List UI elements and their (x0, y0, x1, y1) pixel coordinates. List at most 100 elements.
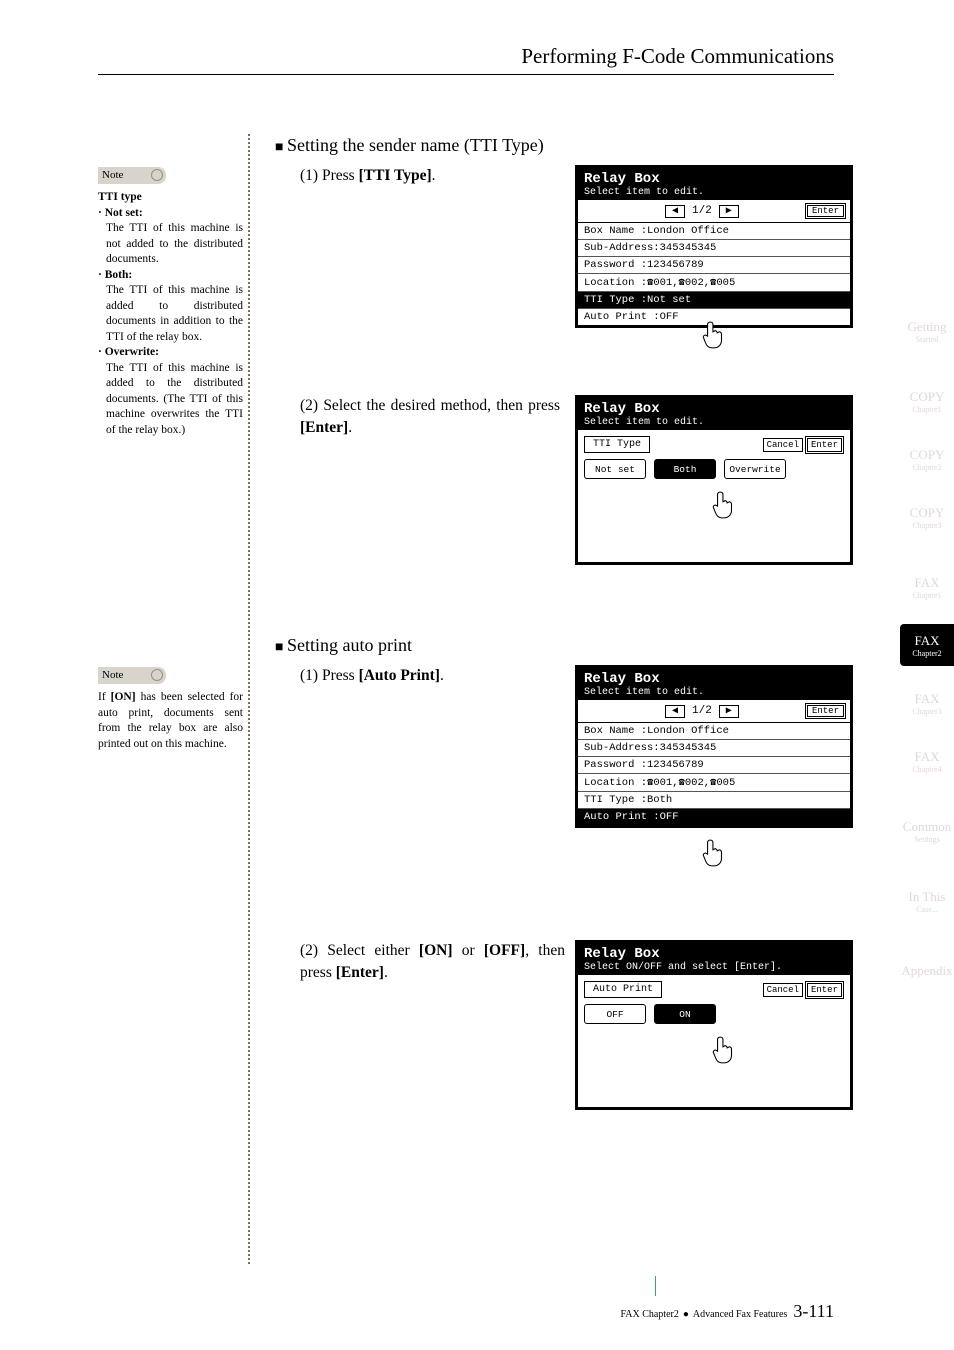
pointer-icon (700, 320, 728, 350)
step-b1-tail: . (440, 667, 444, 684)
lcd-subtitle: Select ON/OFF and select [Enter]. (584, 962, 844, 973)
tti-item-overwrite-body: The TTI of this machine is added to the … (98, 361, 243, 439)
step-a2-tail: . (348, 419, 352, 436)
dialog-label: TTI Type (584, 436, 650, 453)
lcd-screen-autoprint-dialog: Relay Box Select ON/OFF and select [Ente… (575, 940, 853, 1110)
tab-l2: Started (916, 335, 939, 344)
lcd-nav: ◀ 1/2 ▶ Enter (578, 700, 850, 723)
pointer-icon (700, 838, 728, 868)
lcd-page: 1/2 (692, 205, 712, 217)
tab-l1: FAX (914, 691, 939, 707)
step-b2-text: (2) Select either (300, 942, 419, 959)
pointer-icon (710, 1035, 738, 1065)
tab-fax-ch3[interactable]: FAXChapter3 (900, 682, 954, 724)
page-number: 3-111 (793, 1301, 834, 1322)
tab-l2: Chapter4 (912, 765, 941, 774)
tab-copy-ch3[interactable]: COPYChapter3 (900, 496, 954, 538)
lcd-row-boxname[interactable]: Box Name :London Office (578, 723, 850, 740)
lcd-title: Relay Box (584, 946, 844, 962)
step-a2-text: (2) Select the desired method, then pres… (300, 397, 560, 414)
enter-button[interactable]: Enter (805, 703, 846, 719)
tab-l1: Common (903, 819, 951, 835)
lcd-row-subaddr[interactable]: Sub-Address:345345345 (578, 240, 850, 257)
tti-item-overwrite-label: · Overwrite: (98, 346, 159, 358)
option-notset[interactable]: Not set (584, 459, 646, 479)
footer-chapter: FAX Chapter2 (620, 1309, 678, 1320)
tab-in-this-case[interactable]: In ThisCase... (900, 880, 954, 922)
lcd-subtitle: Select item to edit. (584, 187, 844, 198)
enter-button[interactable]: Enter (805, 436, 844, 454)
tab-l1: FAX (914, 749, 939, 765)
tab-fax-ch4[interactable]: FAXChapter4 (900, 740, 954, 782)
lcd-row-autoprint[interactable]: Auto Print :OFF (578, 809, 850, 825)
tab-common-settings[interactable]: CommonSettings (900, 810, 954, 852)
tti-item-both-label: · Both: (98, 269, 132, 281)
step-a2-bold: [Enter] (300, 419, 348, 436)
tab-l2: Chapter3 (912, 707, 941, 716)
pointer-icon (710, 490, 738, 520)
cancel-button[interactable]: Cancel (763, 438, 803, 452)
option-overwrite[interactable]: Overwrite (724, 459, 786, 479)
enter-button[interactable]: Enter (805, 203, 846, 219)
lcd-title: Relay Box (584, 171, 844, 187)
lcd-row-subaddr[interactable]: Sub-Address:345345345 (578, 740, 850, 757)
tab-getting-started[interactable]: GettingStarted (900, 310, 954, 352)
lcd-row-location[interactable]: Location :☎001,☎002,☎005 (578, 274, 850, 292)
lcd-row-ttitype[interactable]: TTI Type :Not set (578, 292, 850, 309)
lcd-row-boxname[interactable]: Box Name :London Office (578, 223, 850, 240)
lcd-header: Relay Box Select item to edit. (578, 668, 850, 700)
cancel-button[interactable]: Cancel (763, 983, 803, 997)
tti-item-notset-body: The TTI of this machine is not added to … (98, 221, 243, 268)
lcd-title: Relay Box (584, 671, 844, 687)
note2-a: If (98, 691, 111, 703)
chapter-tabs: GettingStarted COPYChapter1 COPYChapter2… (900, 310, 954, 1008)
tab-l2: Chapter1 (912, 405, 941, 414)
tab-copy-ch2[interactable]: COPYChapter2 (900, 438, 954, 480)
tab-appendix[interactable]: Appendix (900, 950, 954, 992)
header-rule (98, 74, 834, 75)
footer-section: Advanced Fax Features (693, 1309, 787, 1320)
tti-item-both-body: The TTI of this machine is added to dist… (98, 283, 243, 345)
note-label: Note (102, 669, 123, 681)
lcd-row-password[interactable]: Password :123456789 (578, 257, 850, 274)
lcd-row-password[interactable]: Password :123456789 (578, 757, 850, 774)
note-label: Note (102, 169, 123, 181)
option-both[interactable]: Both (654, 459, 716, 479)
lcd-header: Relay Box Select ON/OFF and select [Ente… (578, 943, 850, 975)
tab-l2: Case... (916, 905, 938, 914)
option-off[interactable]: OFF (584, 1004, 646, 1024)
enter-button[interactable]: Enter (805, 981, 844, 999)
step-a1-text: (1) Press (300, 167, 359, 184)
section-heading-autoprint: Setting auto print (275, 635, 412, 656)
step-a1: (1) Press [TTI Type]. (300, 165, 550, 187)
tab-fax-ch2[interactable]: FAXChapter2 (900, 624, 954, 666)
option-on[interactable]: ON (654, 1004, 716, 1024)
lcd-row-location[interactable]: Location :☎001,☎002,☎005 (578, 774, 850, 792)
tab-l1: COPY (910, 389, 945, 405)
step-b1-bold: [Auto Print] (359, 667, 440, 684)
tab-l1: COPY (910, 447, 945, 463)
step-b2-d: . (384, 964, 388, 981)
step-b2-bold1: [ON] (419, 942, 453, 959)
tab-l1: Getting (908, 319, 947, 335)
tab-fax-ch1[interactable]: FAXChapter1 (900, 566, 954, 608)
next-icon[interactable]: ▶ (719, 205, 739, 218)
lcd-screen-tti-list: Relay Box Select item to edit. ◀ 1/2 ▶ E… (575, 165, 853, 328)
step-a2: (2) Select the desired method, then pres… (300, 395, 560, 438)
tab-l1: FAX (914, 633, 939, 649)
lcd-screen-tti-dialog: Relay Box Select item to edit. TTI Type … (575, 395, 853, 565)
lcd-nav: ◀ 1/2 ▶ Enter (578, 200, 850, 223)
section-heading-tti: Setting the sender name (TTI Type) (275, 135, 544, 156)
tab-copy-ch1[interactable]: COPYChapter1 (900, 380, 954, 422)
step-a1-tail: . (432, 167, 436, 184)
step-b2-bold2: [OFF] (484, 942, 525, 959)
tab-l2: Settings (914, 835, 940, 844)
lcd-header: Relay Box Select item to edit. (578, 398, 850, 430)
prev-icon[interactable]: ◀ (665, 705, 685, 718)
next-icon[interactable]: ▶ (719, 705, 739, 718)
tab-l2: Chapter2 (912, 463, 941, 472)
dialog-label: Auto Print (584, 981, 662, 998)
lcd-page: 1/2 (692, 705, 712, 717)
prev-icon[interactable]: ◀ (665, 205, 685, 218)
lcd-row-ttitype[interactable]: TTI Type :Both (578, 792, 850, 809)
